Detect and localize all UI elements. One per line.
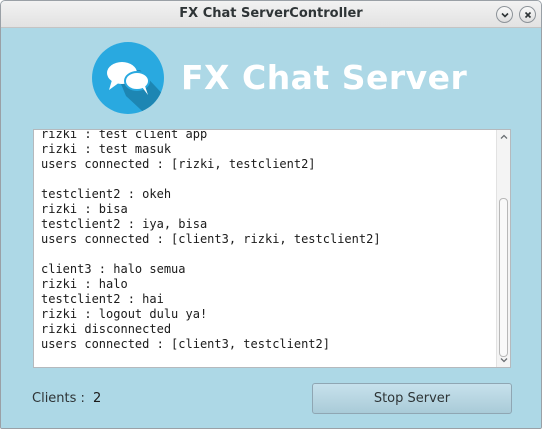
log-line: testclient2 : iya, bisa — [41, 217, 208, 231]
log-line: rizki : test client app — [41, 129, 208, 141]
scrollbar-thumb[interactable] — [499, 198, 508, 357]
minimize-button[interactable] — [496, 6, 513, 23]
main-content: FX Chat Server rizki : test client app ri… — [1, 29, 541, 428]
log-line: client3 : halo semua — [41, 262, 186, 276]
chat-log[interactable]: rizki : test client app rizki : test masu… — [33, 129, 511, 368]
window-title: FX Chat ServerController — [179, 6, 363, 21]
chevron-down-icon — [501, 12, 509, 18]
log-line: rizki : logout dulu ya! — [41, 307, 208, 321]
title-bar[interactable]: FX Chat ServerController — [1, 1, 541, 28]
app-title: FX Chat Server — [181, 58, 468, 97]
log-line: rizki : halo — [41, 277, 128, 291]
vertical-scrollbar[interactable] — [496, 130, 510, 367]
close-icon — [524, 11, 532, 19]
log-line: users connected : [rizki, testclient2] — [41, 157, 316, 171]
clients-count: 2 — [93, 391, 102, 406]
log-line: rizki disconnected — [41, 322, 172, 336]
log-line: rizki : bisa — [41, 202, 128, 216]
close-button[interactable] — [519, 6, 536, 23]
app-window: FX Chat ServerController FX Chat Server … — [0, 0, 542, 429]
log-line: users connected : [client3, rizki, testc… — [41, 232, 381, 246]
chevron-up-icon[interactable] — [500, 133, 508, 141]
stop-server-button[interactable]: Stop Server — [312, 383, 512, 414]
log-line: testclient2 : okeh — [41, 187, 172, 201]
log-line: rizki : test masuk — [41, 142, 172, 156]
chat-bubbles-icon — [92, 42, 164, 114]
log-line: testclient2 : hai — [41, 292, 164, 306]
clients-label: Clients : — [32, 391, 85, 406]
chevron-down-icon[interactable] — [500, 356, 508, 364]
log-line: users connected : [client3, testclient2] — [41, 337, 330, 351]
chat-log-text: rizki : test client app rizki : test masu… — [41, 129, 496, 352]
